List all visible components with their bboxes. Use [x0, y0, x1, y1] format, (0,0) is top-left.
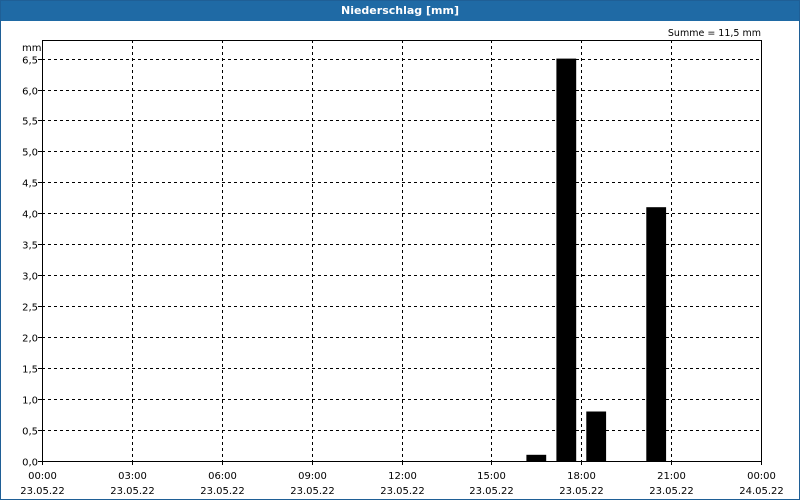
- precipitation-bar: [586, 411, 607, 461]
- x-tick-date: 23.05.22: [110, 486, 155, 497]
- x-tick-time: 00:00: [747, 471, 776, 482]
- y-tick-label: 2,5: [22, 303, 38, 314]
- x-tick-date: 23.05.22: [380, 486, 425, 497]
- x-axis-ticks: 00:00 23.05.22 03:00 23.05.22 06:00 23.05.22 0…: [20, 461, 784, 497]
- y-tick-label: 3,0: [22, 272, 38, 283]
- precipitation-bar: [556, 58, 577, 461]
- y-tick-label: 5,5: [22, 117, 38, 128]
- x-tick-time: 12:00: [388, 471, 417, 482]
- x-tick-time: 03:00: [118, 471, 147, 482]
- x-tick-date: 23.05.22: [469, 486, 514, 497]
- y-tick-label: 5,0: [22, 148, 38, 159]
- x-tick-time: 00:00: [28, 471, 57, 482]
- y-tick-label: 6,0: [22, 87, 38, 98]
- x-tick-time: 21:00: [657, 471, 686, 482]
- x-tick-time: 18:00: [567, 471, 596, 482]
- y-tick-label: 4,5: [22, 179, 38, 190]
- x-tick-date: 23.05.22: [559, 486, 604, 497]
- x-tick-date: 24.05.22: [739, 486, 784, 497]
- y-tick-label: 4,0: [22, 210, 38, 221]
- precipitation-bar: [526, 454, 547, 461]
- y-tick-label: 6,5: [22, 56, 38, 67]
- y-tick-label: 3,5: [22, 241, 38, 252]
- y-axis-ticks: 0,0 0,5 1,0 1,5 2,0 2,5 3,0 3,5 4,0 4,5 5,0 5,5 6,0 6…: [22, 56, 42, 469]
- y-axis-label: mm: [22, 43, 41, 54]
- sum-annotation: Summe = 11,5 mm: [668, 28, 761, 39]
- y-tick-label: 0,0: [22, 458, 38, 469]
- x-tick-date: 23.05.22: [649, 486, 694, 497]
- x-tick-date: 23.05.22: [200, 486, 245, 497]
- x-tick-time: 06:00: [208, 471, 237, 482]
- precipitation-bar: [646, 207, 667, 461]
- x-tick-date: 23.05.22: [290, 486, 335, 497]
- y-tick-label: 1,0: [22, 396, 38, 407]
- y-tick-label: 1,5: [22, 365, 38, 376]
- x-tick-date: 23.05.22: [20, 486, 65, 497]
- x-tick-time: 09:00: [298, 471, 327, 482]
- y-tick-label: 0,5: [22, 427, 38, 438]
- bar-series: [526, 58, 667, 461]
- y-tick-label: 2,0: [22, 334, 38, 345]
- x-tick-time: 15:00: [477, 471, 506, 482]
- precipitation-chart: 0,0 0,5 1,0 1,5 2,0 2,5 3,0 3,5 4,0 4,5 5,0 5,5 6,0 6…: [20, 28, 784, 497]
